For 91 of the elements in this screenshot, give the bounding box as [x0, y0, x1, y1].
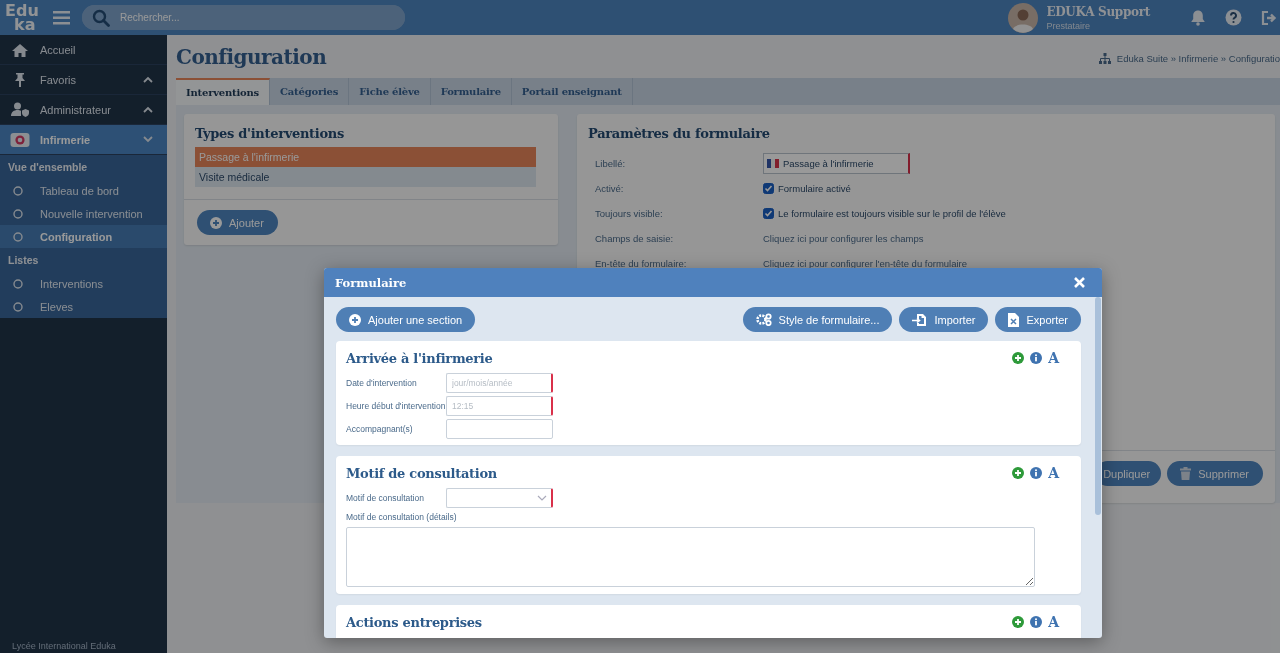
- logo[interactable]: Edu ka: [0, 3, 49, 32]
- sidebar-item[interactable]: Interventions: [0, 272, 167, 295]
- text-field[interactable]: Passage à l'infirmerie: [763, 153, 910, 174]
- search-icon: [92, 9, 110, 27]
- style-button[interactable]: Style de formulaire...: [742, 307, 893, 332]
- checkbox[interactable]: [763, 208, 774, 219]
- input-field[interactable]: [446, 419, 553, 439]
- help-icon[interactable]: [1225, 9, 1242, 26]
- scrollbar[interactable]: [1095, 297, 1101, 515]
- sidebar-item[interactable]: Accueil: [0, 35, 167, 65]
- add-section-button[interactable]: Ajouter une section: [336, 307, 476, 332]
- page-title: Configuration: [176, 44, 327, 69]
- card-title: Paramètres du formulaire: [587, 125, 771, 143]
- section-heading: Listes: [7, 253, 40, 268]
- checkbox-label: Formulaire activé: [778, 183, 851, 194]
- sidebar-item[interactable]: Nouvelle intervention: [0, 202, 167, 225]
- section-heading: Vue d'ensemble: [7, 160, 89, 175]
- field-label: Accompagnant(s): [346, 424, 414, 434]
- section-title: Motif de consultation: [346, 465, 498, 481]
- font-style-icon[interactable]: A: [1048, 616, 1059, 628]
- chevron-down-icon[interactable]: [143, 136, 153, 143]
- section-title: Actions entreprises: [346, 614, 483, 630]
- add-field-icon: [1012, 616, 1025, 628]
- delete-button[interactable]: Supprimer: [1167, 461, 1263, 486]
- field-label: Motif de consultation (détails): [346, 512, 458, 522]
- spreadsheet-file-icon: [1008, 312, 1020, 327]
- file-import-icon: [912, 312, 928, 327]
- circle-icon: [13, 185, 23, 196]
- footer-text: Lycée International Eduka: [11, 641, 117, 653]
- circle-icon: [13, 208, 23, 219]
- chevron-up-icon[interactable]: [143, 106, 153, 113]
- sidebar-item[interactable]: Infirmerie: [0, 125, 167, 155]
- medical-kit-icon: [10, 131, 30, 148]
- add-button[interactable]: Ajouter: [197, 210, 278, 235]
- flag-icon: [767, 159, 779, 168]
- font-style-icon[interactable]: A: [1048, 467, 1059, 479]
- field-label: En-tête du formulaire:: [595, 257, 688, 271]
- search-field[interactable]: Rechercher...: [82, 5, 405, 30]
- user-shield-icon: [11, 102, 29, 117]
- text-area[interactable]: [346, 527, 1035, 587]
- info-icon: [1030, 352, 1043, 364]
- input-field[interactable]: 12:15: [446, 396, 553, 416]
- chevron-up-icon[interactable]: [143, 76, 153, 83]
- sidebar-item[interactable]: Configuration: [0, 225, 167, 248]
- breadcrumb[interactable]: Eduka Suite » Infirmerie » Configuratio: [1116, 52, 1280, 64]
- info-icon: [1030, 616, 1043, 628]
- user-role: Prestataire: [1046, 20, 1091, 31]
- plus-circle-icon: [349, 313, 361, 326]
- field-label: Champs de saisie:: [595, 232, 675, 246]
- sidebar-item[interactable]: Eleves: [0, 295, 167, 318]
- field-label: Date d'intervention: [346, 378, 418, 388]
- modal-title: Formulaire: [335, 275, 408, 290]
- link[interactable]: Cliquez ici pour configurer l'en-tête du formulaire: [763, 258, 968, 269]
- gears-icon: [755, 313, 772, 326]
- trash-icon: [1180, 467, 1192, 480]
- tab[interactable]: Interventions: [176, 78, 271, 105]
- field-label: Activé:: [595, 182, 625, 196]
- info-icon: [1030, 467, 1043, 479]
- select-field[interactable]: [446, 488, 553, 508]
- card-title: Types d'interventions: [194, 125, 345, 143]
- link[interactable]: Cliquez ici pour configurer les champs: [763, 233, 924, 244]
- close-icon[interactable]: [1074, 277, 1085, 288]
- list-item[interactable]: Visite médicale: [195, 167, 536, 187]
- sitemap-icon: [1098, 52, 1111, 64]
- pin-icon: [13, 72, 27, 87]
- sidebar-item[interactable]: Tableau de bord: [0, 179, 167, 202]
- circle-icon: [13, 231, 23, 242]
- section-title: Arrivée à l'infirmerie: [346, 350, 494, 366]
- add-field-icon: [1012, 467, 1025, 479]
- plus-circle-icon: [210, 216, 222, 229]
- home-icon: [11, 42, 29, 57]
- add-field-icon: [1012, 352, 1025, 364]
- chevron-down-icon: [537, 495, 547, 501]
- avatar: [1008, 2, 1039, 33]
- input-field[interactable]: jour/mois/année: [446, 373, 553, 393]
- field-label: Heure début d'intervention: [346, 401, 446, 411]
- import-button[interactable]: Importer: [899, 307, 989, 332]
- checkbox[interactable]: [763, 183, 774, 194]
- user-name: EDUKA Support: [1046, 4, 1150, 19]
- circle-icon: [13, 278, 23, 289]
- field-label: Motif de consultation: [346, 493, 425, 503]
- export-button[interactable]: Exporter: [995, 307, 1081, 332]
- circle-icon: [13, 301, 23, 312]
- logout-icon[interactable]: [1261, 9, 1278, 26]
- menu-icon[interactable]: [53, 10, 70, 25]
- field-label: Libellé:: [595, 157, 627, 171]
- field-label: Toujours visible:: [595, 207, 664, 221]
- checkbox-label: Le formulaire est toujours visible sur le profil de l'élève: [778, 208, 1006, 219]
- bell-icon[interactable]: [1190, 9, 1206, 26]
- font-style-icon[interactable]: A: [1048, 352, 1059, 364]
- list-item[interactable]: Passage à l'infirmerie: [195, 147, 536, 167]
